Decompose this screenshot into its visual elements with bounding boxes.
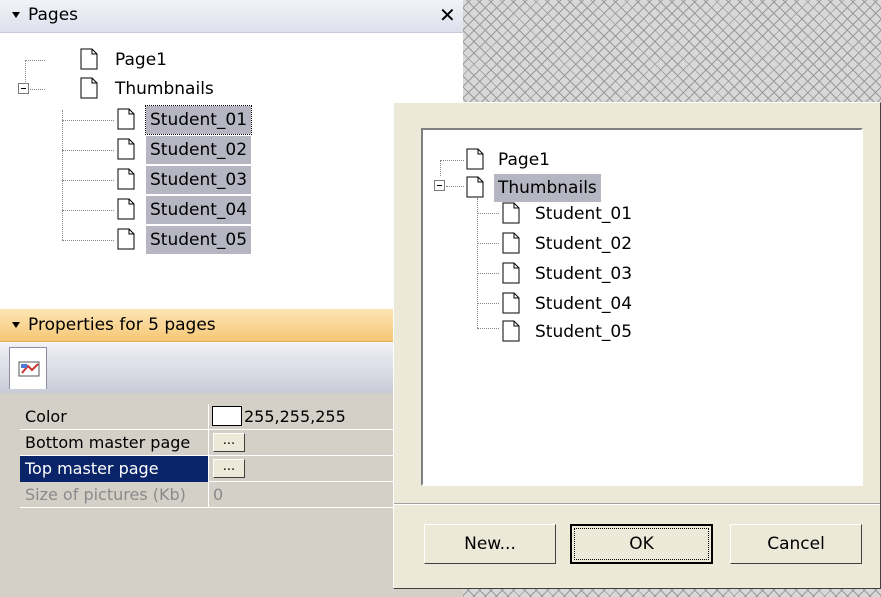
- property-name: Color: [25, 407, 67, 426]
- cancel-button[interactable]: Cancel: [730, 524, 862, 564]
- dialog-divider: [394, 503, 880, 505]
- color-swatch[interactable]: [212, 406, 242, 426]
- tree-connector: [62, 110, 63, 240]
- tree-connector: [25, 60, 45, 61]
- browse-button[interactable]: ...: [213, 433, 245, 452]
- tree-connector: [440, 160, 441, 176]
- column-divider: [208, 430, 209, 456]
- tree-connector: [62, 120, 114, 121]
- tree-connector: [477, 213, 499, 214]
- collapse-icon[interactable]: [18, 83, 29, 94]
- tree-connector: [477, 303, 499, 304]
- column-divider: [208, 456, 209, 482]
- property-name: Size of pictures (Kb): [25, 485, 186, 504]
- page-icon: [502, 202, 520, 224]
- ok-button[interactable]: OK: [570, 524, 713, 564]
- tree-connector: [62, 180, 114, 181]
- tree-connector: [30, 89, 45, 90]
- page-icon: [117, 138, 135, 160]
- page-icon: [502, 292, 520, 314]
- property-name: Bottom master page: [25, 433, 191, 452]
- page-icon: [466, 176, 484, 198]
- column-divider: [208, 482, 209, 508]
- page-icon: [502, 262, 520, 284]
- dialog-tree-item-student-05[interactable]: Student_05: [531, 318, 636, 346]
- properties-tab[interactable]: [9, 347, 47, 389]
- tree-connector: [62, 210, 114, 211]
- dialog-tree-item-student-02[interactable]: Student_02: [531, 230, 636, 258]
- tree-item-student-01[interactable]: Student_01: [144, 105, 253, 135]
- tree-connector: [440, 160, 464, 161]
- tree-connector: [62, 150, 114, 151]
- page-icon: [502, 320, 520, 342]
- color-rgb-text: 255,255,255: [244, 407, 346, 426]
- tree-connector: [62, 240, 114, 241]
- page-icon: [80, 48, 98, 70]
- page-icon: [80, 77, 98, 99]
- tree-connector: [446, 186, 464, 187]
- dialog-tree-item-page1[interactable]: Page1: [494, 146, 554, 174]
- dialog-tree-item-thumbnails[interactable]: Thumbnails: [494, 174, 601, 202]
- tree-connector: [477, 328, 499, 329]
- collapse-arrow-icon[interactable]: [12, 12, 20, 18]
- tree-connector: [477, 243, 499, 244]
- tree-item-student-03[interactable]: Student_03: [146, 166, 252, 194]
- page-icon: [117, 198, 135, 220]
- color-value[interactable]: 255,255,255: [212, 404, 346, 430]
- properties-icon: [18, 361, 40, 377]
- page-icon: [502, 232, 520, 254]
- close-icon[interactable]: ✕: [439, 3, 456, 27]
- page-icon: [117, 108, 135, 130]
- browse-button[interactable]: ...: [213, 459, 245, 478]
- property-value: 0: [213, 485, 224, 504]
- column-divider: [208, 404, 209, 430]
- ok-button-label: OK: [574, 528, 709, 560]
- collapse-arrow-icon[interactable]: [12, 322, 20, 328]
- page-icon: [117, 168, 135, 190]
- tree-connector: [477, 198, 478, 328]
- select-page-dialog: Page1 Thumbnails Student_01 Student_02 S…: [393, 102, 881, 589]
- new-button[interactable]: New...: [424, 524, 556, 564]
- tree-item-student-02[interactable]: Student_02: [146, 136, 252, 164]
- collapse-icon[interactable]: [434, 180, 445, 191]
- property-name: Top master page: [20, 456, 208, 482]
- page-icon: [117, 228, 135, 250]
- pages-panel-header[interactable]: Pages ✕: [0, 0, 463, 33]
- page-icon: [466, 148, 484, 170]
- properties-panel-title: Properties for 5 pages: [28, 315, 216, 335]
- tree-item-student-04[interactable]: Student_04: [146, 196, 252, 224]
- dialog-tree-item-student-04[interactable]: Student_04: [531, 290, 636, 318]
- pages-panel-title: Pages: [28, 5, 79, 25]
- dialog-tree-item-student-03[interactable]: Student_03: [531, 260, 636, 288]
- tree-item-page1[interactable]: Page1: [111, 46, 171, 74]
- dialog-pages-tree[interactable]: Page1 Thumbnails Student_01 Student_02 S…: [421, 128, 863, 486]
- tree-connector: [477, 273, 499, 274]
- dialog-tree-item-student-01[interactable]: Student_01: [531, 200, 636, 228]
- tree-item-thumbnails[interactable]: Thumbnails: [111, 75, 218, 103]
- tree-item-student-05[interactable]: Student_05: [146, 226, 252, 254]
